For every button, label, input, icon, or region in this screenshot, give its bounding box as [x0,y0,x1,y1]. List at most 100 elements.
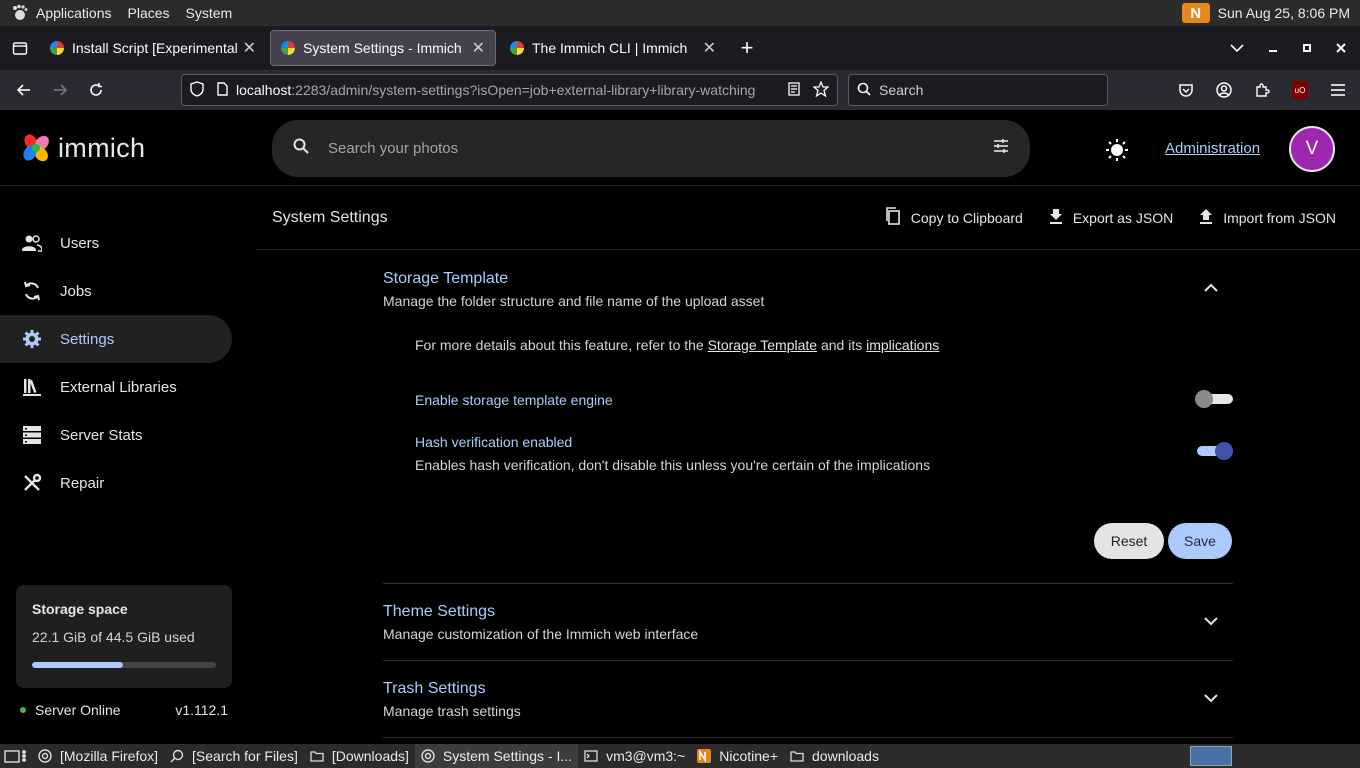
administration-link[interactable]: Administration [1165,140,1260,157]
workspace-switcher[interactable] [1190,746,1232,766]
firefox-view-icon[interactable] [0,26,40,70]
save-button[interactable]: Save [1168,523,1232,559]
gnome-top-panel: Applications Places System N Sun Aug 25,… [0,0,1360,26]
system-menu[interactable]: System [186,5,233,21]
immich-favicon-icon [281,41,295,55]
export-json-button[interactable]: Export as JSON [1049,207,1173,228]
sidebar-item-label: Users [60,234,100,252]
taskbar-item-downloads-folder[interactable]: downloads [784,744,885,768]
maximize-icon[interactable] [1302,40,1312,56]
server-icon [22,425,42,445]
clock[interactable]: Sun Aug 25, 8:06 PM [1218,5,1350,21]
tracking-shield-icon[interactable] [190,80,204,100]
toggle-knob [1215,442,1233,460]
server-version: v1.112.1 [175,702,228,718]
hash-verification-description: Enables hash verification, don't disable… [415,457,931,473]
ublock-origin-icon[interactable]: uO [1286,74,1314,106]
storage-template-header[interactable]: Storage Template Manage the folder struc… [383,270,1233,310]
user-avatar[interactable]: V [1289,126,1335,172]
theme-toggle-sun-icon[interactable] [1104,137,1130,163]
chevron-down-icon[interactable] [1203,613,1219,629]
reload-icon[interactable] [78,74,114,106]
taskbar-item-system-settings[interactable]: System Settings - I... [414,744,579,768]
gnome-taskbar: [Mozilla Firefox] [Search for Files] [Do… [0,744,1360,768]
applications-menu[interactable]: Applications [36,5,112,21]
close-tab-icon[interactable]: ✕ [703,38,716,58]
places-menu[interactable]: Places [128,5,170,21]
chevron-up-icon[interactable] [1203,280,1219,296]
tab-list-chevron-icon[interactable] [1230,40,1244,56]
sidebar-item-users[interactable]: Users [0,219,232,267]
hash-verification-toggle[interactable] [1195,440,1233,462]
new-tab-plus-icon[interactable]: + [730,31,764,65]
sidebar-item-jobs[interactable]: Jobs [0,267,232,315]
sidebar-item-external-libraries[interactable]: External Libraries [0,363,232,411]
taskbar-label: [Downloads] [331,748,409,764]
export-label: Export as JSON [1072,209,1174,226]
firefox-icon [38,749,52,763]
sidebar-item-server-stats[interactable]: Server Stats [0,411,232,459]
sync-icon [22,281,42,301]
back-arrow-icon[interactable] [6,74,42,106]
close-window-icon[interactable] [1336,40,1346,56]
info-prefix: For more details about this feature, ref… [415,337,704,353]
theme-settings-header[interactable]: Theme Settings Manage customization of t… [383,603,1233,643]
hash-verification-label: Hash verification enabled [415,434,573,450]
gnome-foot-icon[interactable] [10,3,30,23]
implications-link[interactable]: implications [866,337,939,353]
server-status-text: Server Online [35,702,121,718]
forward-arrow-icon[interactable] [42,74,78,106]
download-icon [1049,208,1063,227]
search-files-icon [170,749,184,763]
reader-view-icon[interactable] [787,81,801,99]
import-json-button[interactable]: Import from JSON [1199,207,1336,228]
close-tab-icon[interactable]: ✕ [472,38,485,58]
extensions-puzzle-icon[interactable] [1248,74,1276,106]
enable-storage-template-toggle[interactable] [1195,388,1233,410]
sidebar-item-settings[interactable]: Settings [0,315,232,363]
brand-name: immich [58,132,146,163]
hamburger-menu-icon[interactable] [1324,74,1352,106]
trash-settings-header[interactable]: Trash Settings Manage trash settings [383,680,1233,720]
tab-system-settings[interactable]: System Settings - Immich ✕ [270,30,496,66]
taskbar-item-downloads[interactable]: [Downloads] [304,744,415,768]
tab-immich-cli[interactable]: The Immich CLI | Immich ✕ [500,30,726,66]
search-filter-tune-icon[interactable] [992,137,1010,160]
url-bar[interactable]: localhost:2283/admin/system-settings?isO… [181,74,838,106]
account-icon[interactable] [1210,74,1238,106]
photo-search-box[interactable]: Search your photos [272,120,1030,177]
reset-button[interactable]: Reset [1094,523,1164,559]
immich-logo[interactable]: immich [20,132,145,164]
chevron-down-icon[interactable] [1203,690,1219,706]
browser-search-bar[interactable]: Search [848,74,1108,106]
section-title: Trash Settings [383,680,486,697]
taskbar-item-nicotine[interactable]: Nicotine+ [691,744,784,768]
storage-template-link[interactable]: Storage Template [708,337,817,353]
immich-header: immich Search your photos Administration… [0,110,1360,186]
taskbar-item-firefox[interactable]: [Mozilla Firefox] [32,744,164,768]
storage-title: Storage space [32,601,128,617]
taskbar-label: System Settings - I... [442,748,573,764]
chrome-favicon-icon [50,41,64,55]
pocket-icon[interactable] [1172,74,1200,106]
nicotine-tray-icon[interactable]: N [1181,3,1210,23]
settings-main: System Settings Copy to Clipboard Export… [256,186,1360,744]
bookmark-star-icon[interactable] [812,79,830,100]
taskbar-item-search-files[interactable]: [Search for Files] [164,744,304,768]
page-info-icon[interactable] [216,81,228,99]
search-input[interactable]: Search your photos [328,140,992,157]
taskbar-item-terminal[interactable]: vm3@vm3:~ [578,744,691,768]
copy-label: Copy to Clipboard [910,209,1023,226]
upload-icon [1199,208,1213,227]
url-text[interactable]: localhost:2283/admin/system-settings?isO… [236,82,779,98]
url-path: :2283/admin/system-settings?isOpen=job+e… [291,82,756,98]
info-mid: and its [820,337,863,353]
tab-title: The Immich CLI | Immich [532,40,688,56]
section-subtitle: Manage the folder structure and file nam… [383,293,765,309]
close-tab-icon[interactable]: ✕ [243,38,256,58]
copy-to-clipboard-button[interactable]: Copy to Clipboard [885,207,1023,228]
tab-install-script[interactable]: Install Script [Experimental] ✕ [40,30,266,66]
sidebar-item-repair[interactable]: Repair [0,459,232,507]
minimize-icon[interactable] [1268,40,1278,56]
show-desktop-icon[interactable] [0,744,32,768]
